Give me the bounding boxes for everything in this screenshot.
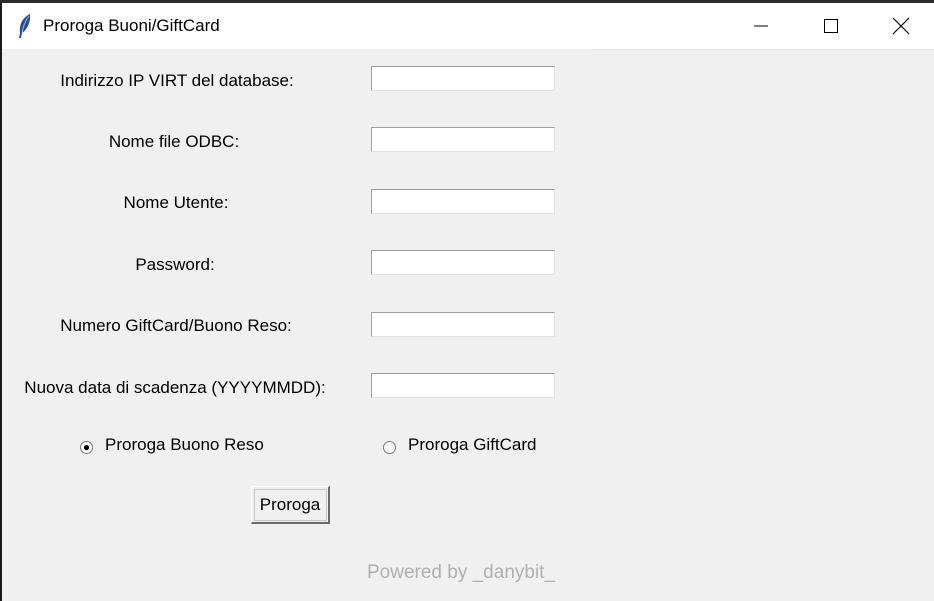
maximize-button[interactable] <box>796 3 866 49</box>
proroga-button[interactable]: Proroga <box>251 486 330 524</box>
powered-by-text: Powered by _danybit_ <box>367 562 556 583</box>
titlebar-divider <box>592 49 934 50</box>
odbc-file-label: Nome file ODBC: <box>108 132 240 151</box>
close-button[interactable] <box>866 3 934 49</box>
username-label: Nome Utente: <box>123 193 229 212</box>
odbc-file-input[interactable] <box>371 127 555 152</box>
ip-address-label: Indirizzo IP VIRT del database: <box>60 71 294 90</box>
password-label: Password: <box>135 255 215 274</box>
window-title: Proroga Buoni/GiftCard <box>43 16 220 35</box>
minimize-button[interactable] <box>726 3 796 49</box>
close-icon <box>892 17 910 35</box>
expiry-date-input[interactable] <box>371 373 555 398</box>
radio-unselected-icon <box>383 439 396 454</box>
radio-label: Proroga GiftCard <box>408 435 537 454</box>
ip-address-input[interactable] <box>371 66 555 91</box>
password-input[interactable] <box>371 250 555 275</box>
radio-proroga-buono-reso[interactable]: Proroga Buono Reso <box>80 435 264 455</box>
username-input[interactable] <box>371 189 555 214</box>
app-window: Proroga Buoni/GiftCard Indirizzo IP VIRT… <box>2 3 934 601</box>
proroga-button-label: Proroga <box>253 488 327 521</box>
radio-proroga-giftcard[interactable]: Proroga GiftCard <box>383 435 537 455</box>
maximize-icon <box>823 18 839 34</box>
giftcard-number-label: Numero GiftCard/Buono Reso: <box>60 316 292 335</box>
radio-label: Proroga Buono Reso <box>105 435 264 454</box>
giftcard-number-input[interactable] <box>371 312 555 337</box>
minimize-icon <box>753 18 769 34</box>
feather-icon <box>16 13 34 39</box>
title-bar[interactable]: Proroga Buoni/GiftCard <box>2 3 934 49</box>
expiry-date-label: Nuova data di scadenza (YYYYMMDD): <box>24 378 326 397</box>
radio-selected-icon <box>80 439 93 454</box>
